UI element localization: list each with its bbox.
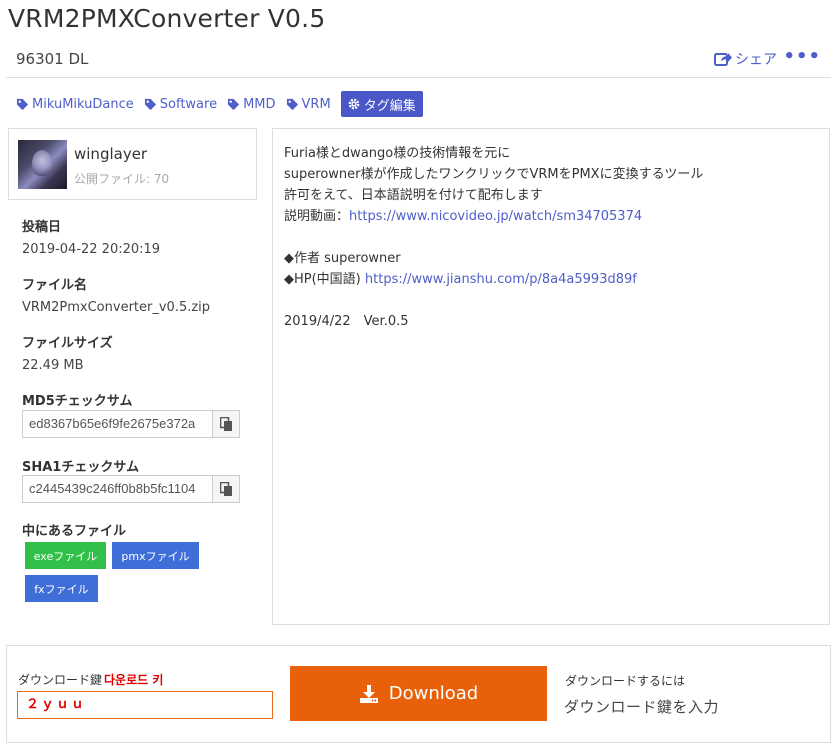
download-icon [359,684,378,703]
sha1-field: c2445439c246ff0b8b5fc1104 [22,475,240,503]
file-button-pmx[interactable]: pmxファイル [112,542,199,569]
more-options-icon[interactable]: ••• [783,46,821,67]
filesize-value: 22.49 MB [22,358,84,373]
download-key-label: ダウンロード鍵 다운로드 키 [18,671,163,688]
file-button-fx[interactable]: fxファイル [25,575,98,602]
share-label: シェア [735,52,777,68]
gear-icon [348,98,360,110]
description-line: superowner様が作成したワンクリックでVRMをPMXに変換するツール [284,167,704,182]
description-video-line: 説明動画：https://www.nicovideo.jp/watch/sm34… [284,206,818,227]
description-line: 許可をえて、日本語説明を付けて配布します [284,188,543,203]
filesize-label: ファイルサイズ [22,336,113,351]
tag-label: VRM [301,96,331,112]
posted-date-label: 投稿日 [22,220,62,235]
hp-link[interactable]: https://www.jianshu.com/p/8a4a5993d89f [365,272,637,287]
md5-label: MD5チェックサム [22,394,133,409]
copy-icon [219,416,232,431]
video-link[interactable]: https://www.nicovideo.jp/watch/sm3470537… [349,209,642,224]
filename-value: VRM2PmxConverter_v0.5.zip [22,300,211,315]
tag-label: MikuMikuDance [32,96,134,112]
download-button[interactable]: Download [290,666,547,721]
posted-date-section: 投稿日 2019-04-22 20:20:19 [22,216,252,257]
download-button-label: Download [388,683,479,704]
md5-section: MD5チェックサム [22,390,252,409]
download-count: 96301 DL [16,50,89,68]
avatar[interactable] [18,140,67,189]
stats-bar: 96301 DL シェア ••• [6,42,831,78]
sha1-section: SHA1チェックサム [22,456,252,475]
download-howto-text: ダウンロード鍵を入力 [564,698,720,716]
tag-icon [16,98,29,110]
md5-input[interactable]: ed8367b65e6f9fe2675e372a [22,410,212,438]
tag-icon [286,98,298,110]
share-button[interactable]: シェア [714,49,777,69]
description-line: Furia様とdwango様の技術情報を元に [284,146,511,161]
description-panel: Furia様とdwango様の技術情報を元に superowner様が作成したワ… [272,128,830,625]
copy-icon [219,481,232,496]
tag-mmd[interactable]: MMD [227,96,276,112]
share-icon [714,53,732,66]
filename-section: ファイル名 VRM2PmxConverter_v0.5.zip [22,274,252,315]
hp-label: ◆HP(中国語) [284,272,365,287]
description-line: ◆作者 superowner [284,251,401,266]
description-line: 2019/4/22 Ver.0.5 [284,314,409,329]
tag-edit-label: タグ編集 [363,98,416,114]
tag-icon [144,98,156,110]
contents-label: 中にあるファイル [22,524,127,539]
author-file-count: 公開ファイル: 70 [74,172,170,186]
md5-copy-button[interactable] [212,410,240,438]
download-howto-title: ダウンロードするには [565,674,686,688]
md5-field: ed8367b65e6f9fe2675e372a [22,410,240,438]
sha1-input[interactable]: c2445439c246ff0b8b5fc1104 [22,475,212,503]
download-panel: ダウンロード鍵 다운로드 키 ２ｙｕｕ Download ダウンロードするには ダ… [6,645,831,743]
author-card[interactable]: winglayer 公開ファイル: 70 [8,128,257,200]
tag-vrm[interactable]: VRM [286,97,331,112]
description-hp-line: ◆HP(中国語) https://www.jianshu.com/p/8a4a5… [284,269,818,290]
filesize-section: ファイルサイズ 22.49 MB [22,332,252,373]
tag-edit-button[interactable]: タグ編集 [340,91,423,117]
contents-section: 中にあるファイル [22,520,252,539]
tag-list: MikuMikuDance Software MMD VRM タグ編集 [16,91,423,117]
download-key-label-ja: ダウンロード鍵 [18,673,103,687]
page-title: VRM2PMXConverter V0.5 [8,4,326,33]
tag-icon [228,98,240,110]
download-key-input[interactable]: ２ｙｕｕ [17,691,273,719]
tag-label: Software [159,96,218,112]
filename-label: ファイル名 [22,278,88,293]
sha1-copy-button[interactable] [212,475,240,503]
author-name[interactable]: winglayer [74,145,147,163]
download-key-label-ko: 다운로드 키 [104,673,164,687]
posted-date-value: 2019-04-22 20:20:19 [22,242,161,257]
file-button-exe[interactable]: exeファイル [25,542,106,569]
sha1-label: SHA1チェックサム [22,460,140,475]
video-label: 説明動画： [284,209,350,224]
tag-mikumikudance[interactable]: MikuMikuDance [16,97,134,112]
tag-software[interactable]: Software [144,97,217,112]
tag-label: MMD [243,96,276,112]
